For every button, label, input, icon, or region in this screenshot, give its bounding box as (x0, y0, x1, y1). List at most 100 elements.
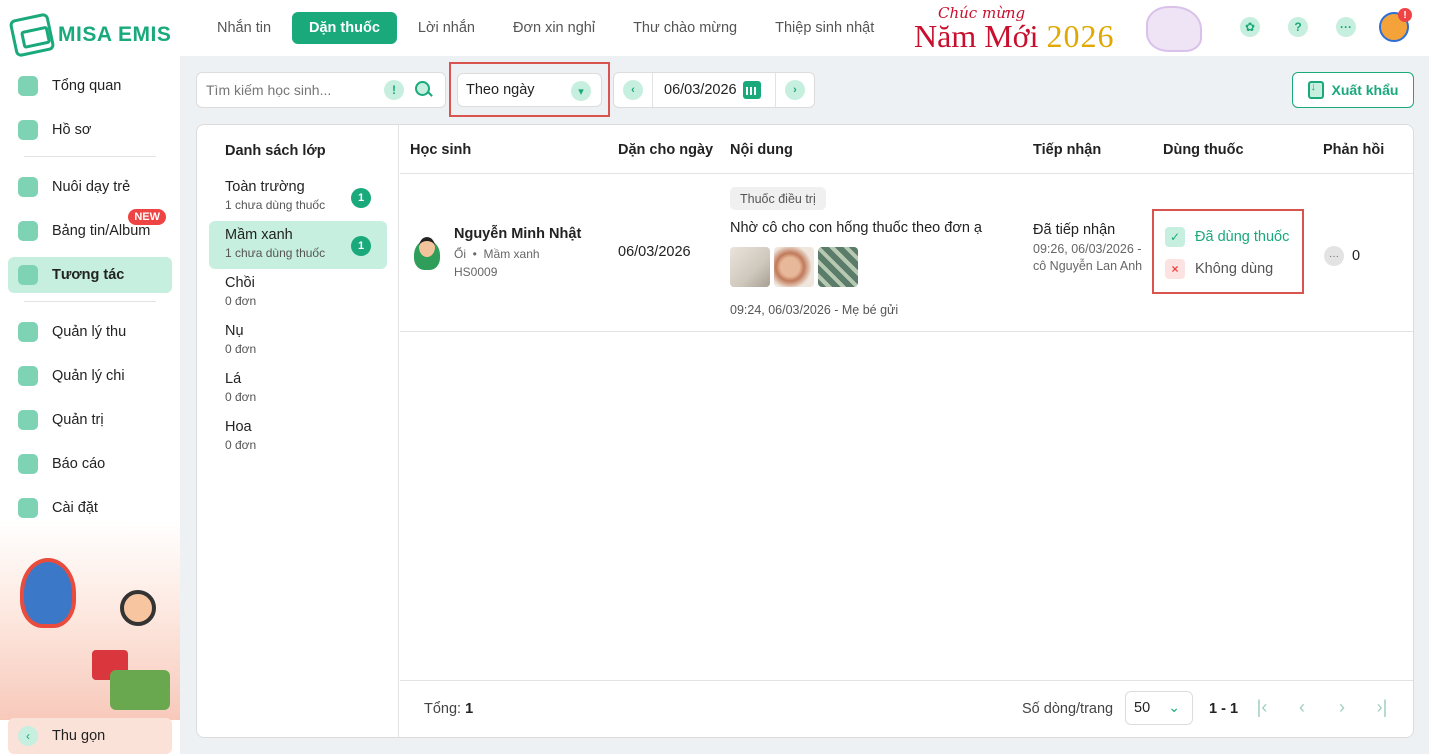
sidebar-item-bao-cao[interactable]: Báo cáo (8, 446, 172, 482)
view-mode-select[interactable]: Theo ngày ▾ (457, 73, 602, 107)
search-icon[interactable] (414, 80, 434, 100)
sidebar-item-tong-quan[interactable]: Tổng quan (8, 68, 172, 104)
next-page-button[interactable]: › (1332, 695, 1352, 719)
student-search: ! (196, 72, 446, 108)
check-icon: ✓ (1165, 227, 1185, 247)
class-item-nu[interactable]: Nụ 0 đơn (209, 317, 387, 365)
class-name: Lá (225, 371, 242, 387)
more-button[interactable]: ··· (1331, 12, 1361, 42)
horse-icon (1146, 6, 1202, 52)
sidebar-item-label: Tương tác (52, 267, 125, 283)
header-student: Học sinh (410, 142, 472, 158)
sidebar-divider (24, 156, 156, 157)
student-id: HS0009 (454, 265, 498, 279)
sidebar-divider (24, 301, 156, 302)
bar-chart-icon (18, 454, 38, 474)
class-item-toan-truong[interactable]: Toàn trường 1 chưa dùng thuốc 1 (209, 173, 387, 221)
count-badge: 1 (351, 188, 371, 208)
collapse-sidebar-button[interactable]: ‹ Thu gọn (8, 718, 172, 754)
usage-highlight: ✓ Đã dùng thuốc × Không dùng (1152, 209, 1304, 294)
banner-title-text: Năm Mới (914, 18, 1039, 54)
rows-per-page-label: Số dòng/trang (1022, 701, 1114, 717)
banh-chung-icon (110, 670, 170, 710)
chevron-down-icon: ▾ (571, 81, 591, 101)
used-medicine-label: Đã dùng thuốc (1195, 229, 1290, 245)
table-header: Học sinh Dặn cho ngày Nội dung Tiếp nhận… (400, 125, 1413, 174)
for-date-value: 06/03/2026 (618, 244, 691, 260)
info-icon[interactable]: ! (384, 80, 404, 100)
sidebar-nav: Tổng quan Hồ sơ Nuôi dạy trẻ Bảng tin/Al… (8, 68, 172, 534)
new-year-banner: Chúc mừng Năm Mới 2026 (912, 2, 1204, 54)
date-value: 06/03/2026 (664, 82, 737, 98)
sidebar-item-quan-tri[interactable]: Quản trị (8, 402, 172, 438)
theme-button[interactable]: ✿ (1235, 12, 1265, 42)
class-item-choi[interactable]: Chồi 0 đơn (209, 269, 387, 317)
table-footer: Tổng: 1 Số dòng/trang 50 ⌄ 1 - 1 |‹ ‹ › … (400, 680, 1413, 737)
medicine-panel: Danh sách lớp Toàn trường 1 chưa dùng th… (196, 124, 1414, 738)
close-icon: × (1165, 259, 1185, 279)
not-used-option[interactable]: × Không dùng (1165, 259, 1273, 279)
help-icon: ? (1288, 17, 1308, 37)
child-icon (120, 590, 156, 626)
pie-chart-icon (18, 76, 38, 96)
heart-icon (18, 177, 38, 197)
reply-button[interactable]: ··· 0 (1324, 246, 1360, 266)
rows-per-page-select[interactable]: 50 ⌄ (1125, 691, 1193, 725)
sidebar-item-quan-ly-chi[interactable]: Quản lý chi (8, 358, 172, 394)
top-bar: Nhắn tin Dặn thuốc Lời nhắn Đơn xin nghỉ… (180, 0, 1429, 56)
sidebar-item-quan-ly-thu[interactable]: Quản lý thu (8, 314, 172, 350)
user-avatar[interactable] (1379, 8, 1412, 42)
export-label: Xuất khẩu (1331, 82, 1399, 98)
new-badge: NEW (128, 209, 166, 225)
sidebar-item-tuong-tac[interactable]: Tương tác (8, 257, 172, 293)
chevron-right-icon: › (785, 80, 805, 100)
date-field[interactable]: 06/03/2026 (652, 73, 776, 107)
pills-photo[interactable] (774, 247, 814, 287)
sidebar-item-ho-so[interactable]: Hồ sơ (8, 112, 172, 148)
search-input[interactable] (206, 82, 376, 98)
total-count: Tổng: 1 (424, 701, 473, 717)
count-badge: 1 (351, 236, 371, 256)
blister-pack-photo[interactable] (818, 247, 858, 287)
pagination: |‹ ‹ › ›| (1252, 695, 1392, 719)
sidebar-item-bang-tin-album[interactable]: Bảng tin/Album NEW (8, 209, 172, 249)
sidebar-item-label: Quản trị (52, 412, 104, 428)
prev-date-button[interactable]: ‹ (614, 73, 652, 107)
folder-icon (18, 120, 38, 140)
class-status: 0 đơn (225, 390, 257, 404)
lunar-new-year-illustration (0, 520, 180, 720)
used-medicine-option[interactable]: ✓ Đã dùng thuốc (1165, 227, 1289, 247)
prescription-photo[interactable] (730, 247, 770, 287)
prev-page-button[interactable]: ‹ (1292, 695, 1312, 719)
next-date-button[interactable]: › (776, 73, 814, 107)
tab-thiep-sinh-nhat[interactable]: Thiệp sinh nhật (758, 12, 891, 44)
tab-don-xin-nghi[interactable]: Đơn xin nghỉ (496, 12, 612, 44)
logo-text: MISA EMIS (58, 23, 172, 46)
mode-highlight: Theo ngày ▾ (449, 62, 610, 117)
tab-loi-nhan[interactable]: Lời nhắn (401, 12, 492, 44)
tab-nhan-tin[interactable]: Nhắn tin (200, 12, 288, 44)
student-nickname: Ổi (454, 247, 466, 261)
class-status: 0 đơn (225, 294, 257, 308)
header-reply: Phản hồi (1323, 142, 1385, 158)
tab-thu-chao-mung[interactable]: Thư chào mừng (616, 12, 754, 44)
sidebar: MISA EMIS Tổng quan Hồ sơ Nuôi dạy trẻ B… (0, 0, 180, 754)
request-text: Nhờ cô cho con hống thuốc theo đơn ạ (730, 220, 982, 236)
class-item-la[interactable]: Lá 0 đơn (209, 365, 387, 413)
header-received: Tiếp nhận (1033, 142, 1102, 158)
sidebar-item-nuoi-day-tre[interactable]: Nuôi dạy trẻ (8, 169, 172, 205)
chevron-down-icon: ⌄ (1168, 699, 1180, 715)
medicine-type-tag: Thuốc điều trị (730, 187, 826, 210)
tab-dan-thuoc[interactable]: Dặn thuốc (292, 12, 397, 44)
attachment-thumbnails (730, 247, 858, 287)
interaction-tabs: Nhắn tin Dặn thuốc Lời nhắn Đơn xin nghỉ… (200, 12, 891, 44)
not-used-label: Không dùng (1195, 261, 1274, 277)
help-button[interactable]: ? (1283, 12, 1313, 42)
export-button[interactable]: Xuất khẩu (1292, 72, 1414, 108)
last-page-button[interactable]: ›| (1372, 695, 1392, 719)
class-item-mam-xanh[interactable]: Mầm xanh 1 chưa dùng thuốc 1 (209, 221, 387, 269)
first-page-button[interactable]: |‹ (1252, 695, 1272, 719)
table-row[interactable]: Nguyễn Minh Nhật Ổi • Mầm xanh HS0009 06… (400, 174, 1413, 332)
logo[interactable]: MISA EMIS (8, 12, 172, 58)
class-item-hoa[interactable]: Hoa 0 đơn (209, 413, 387, 461)
